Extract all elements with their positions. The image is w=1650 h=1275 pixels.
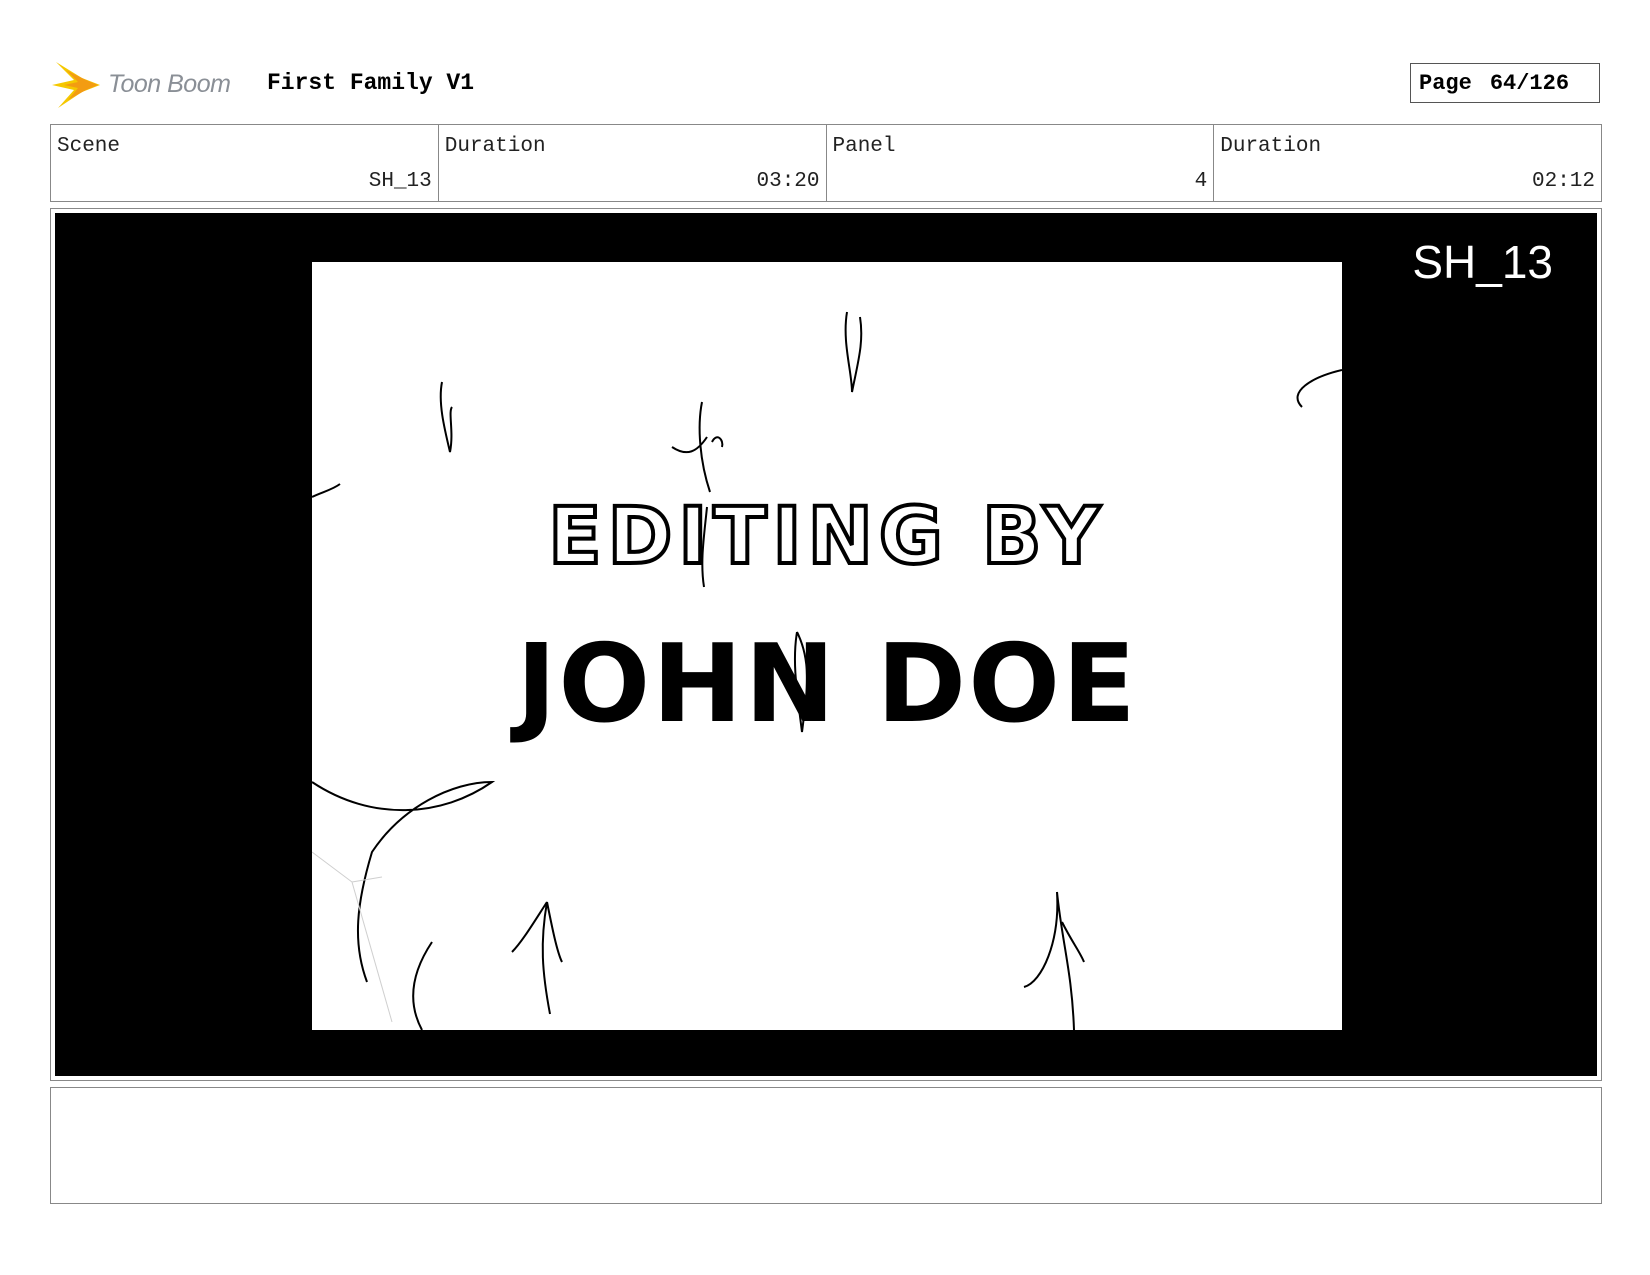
title-line-name: JOHN DOE: [516, 622, 1138, 747]
scene-value: SH_13: [368, 170, 432, 193]
panel-notes-box[interactable]: [50, 1087, 1602, 1204]
panel-background: SH_13 EDITING BY JOHN DOE: [55, 213, 1597, 1076]
burst-icon: [52, 62, 100, 108]
title-line-editing-by: EDITING BY: [546, 490, 1106, 584]
panel-duration-value: 02:12: [1531, 170, 1595, 193]
storyboard-panel-frame: SH_13 EDITING BY JOHN DOE: [50, 208, 1602, 1081]
panel-drawing: EDITING BY JOHN DOE: [312, 262, 1342, 1030]
scene-cell: Scene SH_13: [51, 125, 439, 201]
panel-info-row: Scene SH_13 Duration 03:20 Panel 4 Durat…: [50, 124, 1602, 202]
scene-duration-label: Duration: [444, 135, 546, 158]
panel-cell: Panel 4: [827, 125, 1215, 201]
page-label: Page: [1419, 70, 1472, 96]
page-value: 64/126: [1489, 70, 1570, 96]
toon-boom-logo: Toon Boom: [52, 58, 252, 112]
project-title: First Family V1: [267, 70, 475, 96]
scene-duration-cell: Duration 03:20: [439, 125, 827, 201]
panel-duration-label: Duration: [1220, 135, 1322, 158]
panel-value: 4: [1194, 170, 1208, 193]
page-indicator: Page 64/126: [1410, 63, 1600, 103]
panel-duration-cell: Duration 02:12: [1214, 125, 1601, 201]
panel-label: Panel: [832, 135, 896, 158]
brand-name: Toon Boom: [108, 70, 231, 98]
scene-label: Scene: [57, 135, 121, 158]
scene-tag: SH_13: [1412, 236, 1553, 288]
scene-duration-value: 03:20: [756, 170, 820, 193]
